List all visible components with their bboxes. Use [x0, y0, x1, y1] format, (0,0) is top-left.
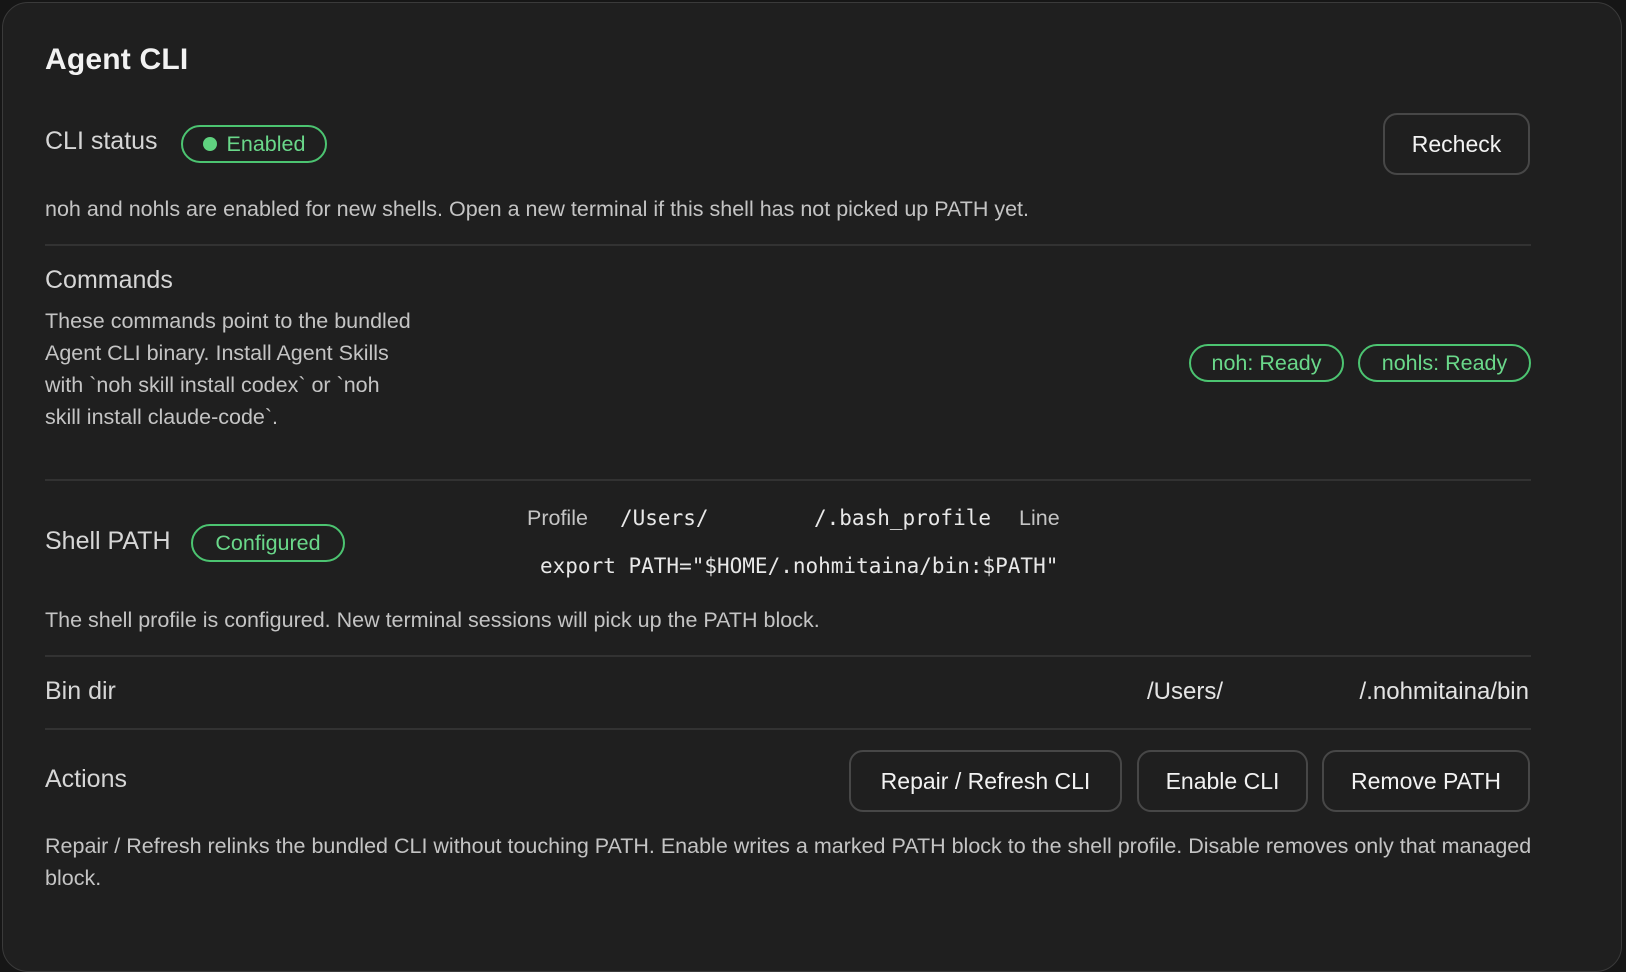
line-label: Line [1019, 506, 1060, 530]
bin-dir-label: Bin dir [45, 677, 116, 705]
divider [45, 655, 1531, 657]
export-line: export PATH="$HOME/.nohmitaina/bin:$PATH… [540, 554, 1059, 578]
bin-dir-path-end: /.nohmitaina/bin [1359, 678, 1529, 705]
commands-description: These commands point to the bundled Agen… [45, 309, 411, 429]
panel-title: Agent CLI [45, 43, 189, 76]
cli-status-badge-text: Enabled [226, 131, 306, 156]
divider [45, 244, 1531, 246]
profile-path-start: /Users/ [620, 506, 709, 530]
status-dot-icon [202, 137, 217, 151]
remove-path-button[interactable]: Remove PATH [1322, 750, 1530, 812]
shell-path-label: Shell PATH [45, 527, 171, 555]
cli-status-label: CLI status [45, 127, 158, 155]
cli-status-description: noh and nohls are enabled for new shells… [45, 197, 1029, 221]
actions-description: Repair / Refresh relinks the bundled CLI… [45, 834, 1532, 890]
actions-label: Actions [45, 765, 127, 793]
agent-cli-panel: Agent CLI CLI status Enabled Recheck noh… [2, 2, 1622, 972]
repair-refresh-cli-button[interactable]: Repair / Refresh CLI [849, 750, 1122, 812]
nohls-ready-badge: nohls: Ready [1358, 344, 1531, 382]
divider [45, 728, 1531, 730]
profile-path-end: /.bash_profile [814, 506, 992, 530]
noh-ready-badge: noh: Ready [1189, 344, 1344, 382]
profile-label: Profile [527, 506, 588, 530]
enable-cli-button[interactable]: Enable CLI [1137, 750, 1308, 812]
commands-label: Commands [45, 266, 173, 294]
shell-path-badge: Configured [191, 524, 345, 562]
divider [45, 479, 1531, 481]
shell-path-description: The shell profile is configured. New ter… [45, 608, 820, 632]
recheck-button[interactable]: Recheck [1383, 113, 1530, 175]
cli-status-badge: Enabled [181, 125, 327, 163]
bin-dir-path-start: /Users/ [1147, 678, 1224, 705]
